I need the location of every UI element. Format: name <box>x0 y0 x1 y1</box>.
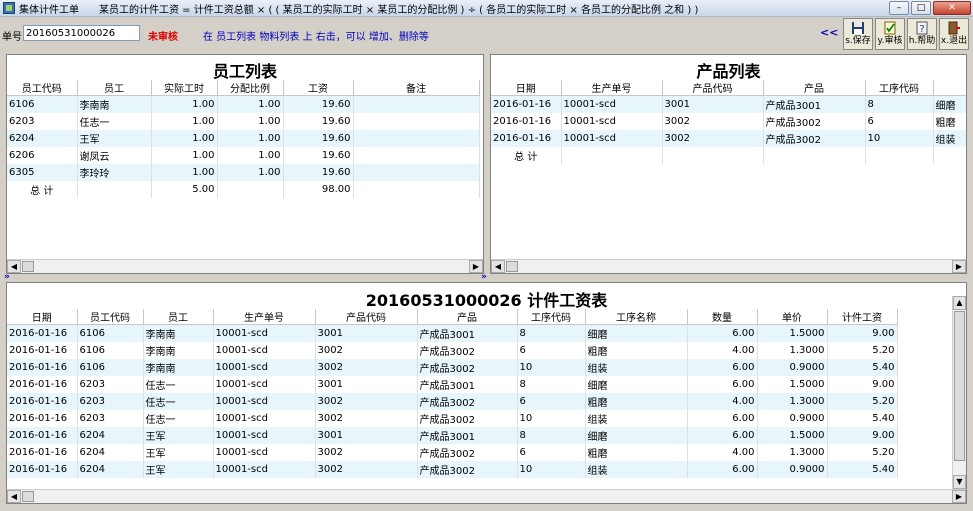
total-row: 总 计 5.00 98.00 <box>7 180 480 198</box>
total-wage: 98.00 <box>283 180 354 198</box>
product-table: 日期 生产单号 产品代码 产品 工序代码 2016-01-16 10001-scd… <box>491 80 966 164</box>
total-label: 总 计 <box>7 180 78 198</box>
employee-hscrollbar[interactable]: ◀ ▶ <box>7 259 483 273</box>
col-header[interactable]: 日期 <box>7 309 78 325</box>
table-row[interactable]: 6206 谢凤云 1.00 1.00 19.60 <box>7 146 480 164</box>
col-header[interactable]: 备注 <box>353 80 480 96</box>
window-title: 集体计件工单 <box>19 4 79 16</box>
col-header[interactable]: 产品 <box>763 80 866 96</box>
col-header[interactable]: 员工 <box>77 80 152 96</box>
scroll-up-arrow[interactable]: ▲ <box>953 296 966 310</box>
employee-table: 员工代码 员工 实际工时 分配比例 工资 备注 6106 李南南 1.00 1.00 1… <box>7 80 480 198</box>
exit-icon <box>948 21 960 35</box>
employee-header-row: 员工代码 员工 实际工时 分配比例 工资 备注 <box>7 80 480 96</box>
total-label: 总 计 <box>491 146 562 164</box>
scroll-left-arrow[interactable]: ◀ <box>491 260 505 273</box>
hint-text: 在 员工列表 物料列表 上 右击，可以 增加、删除等 <box>203 32 429 43</box>
formula-text: 某员工的计件工资 = 计件工资总额 × ( ( 某员工的实际工时 × 某员工的分… <box>99 4 699 16</box>
col-header[interactable]: 产品 <box>417 309 518 325</box>
splitter-left[interactable]: » <box>4 272 10 282</box>
table-row[interactable]: 6203 任志一 1.00 1.00 19.60 <box>7 112 480 130</box>
col-header[interactable]: 员工代码 <box>7 80 78 96</box>
wage-vscrollbar[interactable]: ▲ ▼ <box>952 296 966 489</box>
col-header[interactable]: 实际工时 <box>151 80 218 96</box>
table-row[interactable]: 2016-01-16 6204 王军 10001-scd 3002 产成品3002 10 组装… <box>7 460 898 478</box>
table-row[interactable]: 2016-01-16 10001-scd 3001 产成品3001 8 细磨 <box>491 95 966 113</box>
col-header[interactable]: 计件工资 <box>827 309 898 325</box>
order-no-label: 单号 <box>2 32 22 43</box>
table-row[interactable]: 2016-01-16 6106 李南南 10001-scd 3001 产成品3001 8 细磨… <box>7 324 898 342</box>
wage-header-row: 日期 员工代码 员工 生产单号 产品代码 产品 工序代码 工序名称 数量 单价 … <box>7 309 898 325</box>
close-button[interactable]: ✕ <box>933 1 971 15</box>
scroll-right-arrow[interactable]: ▶ <box>952 490 966 503</box>
wage-table: 日期 员工代码 员工 生产单号 产品代码 产品 工序代码 工序名称 数量 单价 … <box>7 309 898 478</box>
table-row[interactable]: 2016-01-16 6203 任志一 10001-scd 3002 产成品3002 10 组… <box>7 409 898 427</box>
total-row: 总 计 <box>491 146 966 164</box>
table-row[interactable]: 2016-01-16 10001-scd 3002 产成品3002 6 粗磨 <box>491 112 966 130</box>
col-header[interactable]: 数量 <box>687 309 758 325</box>
table-row[interactable]: 2016-01-16 6106 李南南 10001-scd 3002 产成品3002 10 组… <box>7 358 898 376</box>
wage-panel: 20160531000026 计件工资表 日期 员工代码 员工 生产单号 产品代… <box>6 282 967 504</box>
table-row[interactable]: 6106 李南南 1.00 1.00 19.60 <box>7 95 480 113</box>
col-header[interactable]: 生产单号 <box>213 309 316 325</box>
wage-hscrollbar[interactable]: ◀ ▶ <box>7 489 966 503</box>
scroll-right-arrow[interactable]: ▶ <box>952 260 966 273</box>
help-icon: ? <box>916 21 928 35</box>
scroll-thumb[interactable] <box>506 261 518 272</box>
col-header[interactable]: 产品代码 <box>315 309 418 325</box>
app-icon <box>3 2 15 14</box>
product-header-row: 日期 生产单号 产品代码 产品 工序代码 <box>491 80 966 96</box>
col-header[interactable]: 员工 <box>143 309 214 325</box>
col-header[interactable]: 生产单号 <box>561 80 663 96</box>
exit-button[interactable]: x.退出 <box>939 18 969 50</box>
save-icon <box>852 22 864 34</box>
title-bar: 集体计件工单 某员工的计件工资 = 计件工资总额 × ( ( 某员工的实际工时 … <box>0 0 973 17</box>
audit-button[interactable]: y.审核 <box>875 18 905 50</box>
col-header[interactable]: 产品代码 <box>662 80 764 96</box>
total-hours: 5.00 <box>151 180 218 198</box>
product-panel: 产品列表 日期 生产单号 产品代码 产品 工序代码 2016-01-16 1000… <box>490 54 967 274</box>
svg-text:?: ? <box>919 24 924 35</box>
minimize-button[interactable]: – <box>889 1 909 15</box>
scroll-thumb[interactable] <box>22 491 34 502</box>
product-panel-title: 产品列表 <box>696 62 761 81</box>
save-button[interactable]: s.保存 <box>843 18 873 50</box>
order-no-input[interactable] <box>23 25 140 41</box>
table-row[interactable]: 6204 王军 1.00 1.00 19.60 <box>7 129 480 147</box>
col-header[interactable]: 分配比例 <box>217 80 284 96</box>
col-header[interactable]: 工序代码 <box>517 309 586 325</box>
col-header[interactable]: 日期 <box>491 80 562 96</box>
scroll-thumb[interactable] <box>954 311 965 461</box>
wage-panel-title: 20160531000026 计件工资表 <box>365 291 608 310</box>
maximize-button[interactable]: □ <box>911 1 931 15</box>
col-header[interactable]: 工序代码 <box>865 80 934 96</box>
employee-panel: 员工列表 员工代码 员工 实际工时 分配比例 工资 备注 6106 李南南 1.00… <box>6 54 484 274</box>
employee-panel-title: 员工列表 <box>212 62 277 81</box>
table-row[interactable]: 2016-01-16 6204 王军 10001-scd 3001 产成品3001 8 细磨 6… <box>7 426 898 444</box>
scroll-thumb[interactable] <box>22 261 34 272</box>
window-controls: – □ ✕ <box>889 1 971 15</box>
col-header[interactable]: 工序名称 <box>585 309 688 325</box>
col-header[interactable]: 工资 <box>283 80 354 96</box>
status-badge: 未审核 <box>148 32 178 43</box>
product-hscrollbar[interactable]: ◀ ▶ <box>491 259 966 273</box>
col-header[interactable] <box>933 80 966 96</box>
table-row[interactable]: 2016-01-16 6203 任志一 10001-scd 3002 产成品3002 6 粗磨… <box>7 392 898 410</box>
scroll-down-arrow[interactable]: ▼ <box>953 475 966 489</box>
col-header[interactable]: 单价 <box>757 309 828 325</box>
help-button[interactable]: ? h.帮助 <box>907 18 937 50</box>
table-row[interactable]: 2016-01-16 10001-scd 3002 产成品3002 10 组装 <box>491 129 966 147</box>
table-row[interactable]: 6305 李玲玲 1.00 1.00 19.60 <box>7 163 480 181</box>
table-row[interactable]: 2016-01-16 6203 任志一 10001-scd 3001 产成品3001 8 细磨… <box>7 375 898 393</box>
scroll-left-arrow[interactable]: ◀ <box>7 490 21 503</box>
col-header[interactable]: 员工代码 <box>77 309 144 325</box>
splitter-right[interactable]: » <box>481 272 487 282</box>
table-row[interactable]: 2016-01-16 6204 王军 10001-scd 3002 产成品3002 6 粗磨 4… <box>7 443 898 461</box>
audit-icon <box>884 21 896 35</box>
collapse-toggle[interactable]: << <box>820 26 838 39</box>
toolbar: 单号 未审核 在 员工列表 物料列表 上 右击，可以 增加、删除等 << s.保… <box>0 17 973 51</box>
table-row[interactable]: 2016-01-16 6106 李南南 10001-scd 3002 产成品3002 6 粗磨… <box>7 341 898 359</box>
